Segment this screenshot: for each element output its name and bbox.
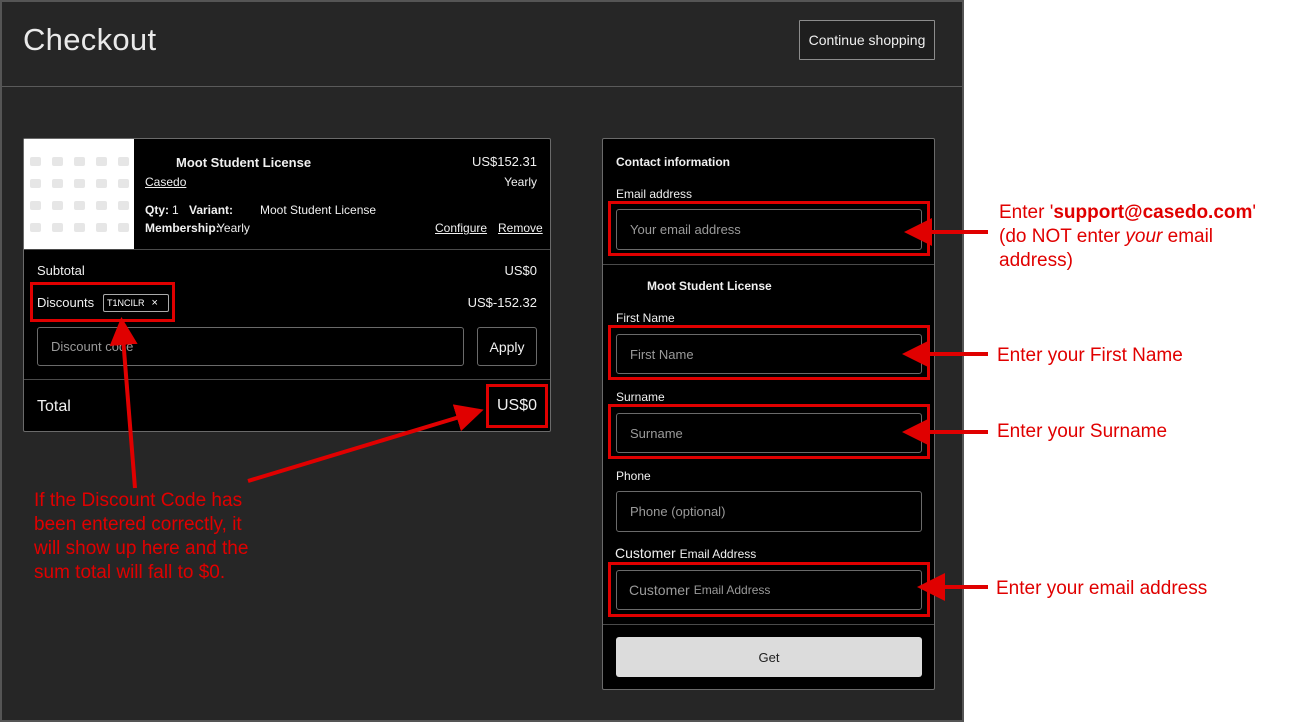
phone-input[interactable]: Phone (optional) xyxy=(616,491,922,532)
email-input[interactable]: Your email address xyxy=(616,209,922,250)
subtotal-value: US$0 xyxy=(504,263,537,278)
get-button[interactable]: Get xyxy=(616,637,922,677)
email-note: Enter 'support@casedo.com' (do NOT enter… xyxy=(999,201,1256,273)
email-label: Email address xyxy=(616,187,693,201)
customer-placeholder-part: Customer xyxy=(629,582,690,598)
email-address-label-part: Email Address xyxy=(679,547,757,561)
customer-label-part: Customer xyxy=(615,545,676,561)
qty-value: 1 xyxy=(172,203,179,217)
discount-note: If the Discount Code has been entered co… xyxy=(34,489,248,585)
discount-code: T1NCILR xyxy=(107,298,145,308)
surname-note: Enter your Surname xyxy=(997,421,1168,442)
surname-label: Surname xyxy=(616,390,665,404)
apply-button[interactable]: Apply xyxy=(477,327,537,366)
order-summary-panel: Moot Student License Casedo US$152.31 Ye… xyxy=(23,138,551,432)
product-price: US$152.31 xyxy=(471,154,537,169)
surname-placeholder: Surname xyxy=(630,425,683,441)
header-divider xyxy=(2,86,962,87)
close-icon[interactable]: × xyxy=(152,297,158,309)
remove-link[interactable]: Remove xyxy=(498,221,543,235)
product-period: Yearly xyxy=(504,175,537,189)
surname-input[interactable]: Surname xyxy=(616,413,922,453)
qty-label: Qty: xyxy=(145,203,169,217)
support-email: support@casedo.com xyxy=(1053,202,1253,223)
membership-value: Yearly xyxy=(217,221,250,235)
discount-code-chip: T1NCILR × xyxy=(103,294,169,312)
phone-placeholder: Phone (optional) xyxy=(630,504,726,519)
divider xyxy=(603,264,934,265)
discounts-label: Discounts xyxy=(37,295,95,310)
app-icons-pattern-icon xyxy=(30,157,129,232)
product-heading: Moot Student License xyxy=(647,279,772,293)
continue-shopping-button[interactable]: Continue shopping xyxy=(799,20,935,60)
subtotal-label: Subtotal xyxy=(37,263,85,278)
email-placeholder: Your email address xyxy=(630,222,741,237)
discount-value: US$-152.32 xyxy=(467,295,537,310)
variant-value: Moot Student License xyxy=(260,203,377,217)
first-name-placeholder: First Name xyxy=(630,346,694,362)
first-name-note: Enter your First Name xyxy=(997,345,1183,366)
page-title: Checkout xyxy=(23,22,157,57)
membership-label: Membership: xyxy=(145,221,220,235)
email-note-line2-post: email xyxy=(1162,226,1214,247)
total-value: US$0 xyxy=(496,397,537,414)
email-note-emphasis: your xyxy=(1125,226,1163,247)
contact-form-panel: Contact information Email address Your e… xyxy=(602,138,935,690)
divider xyxy=(24,249,550,250)
configure-link[interactable]: Configure xyxy=(435,221,487,235)
discount-note-line: will show up here and the xyxy=(34,538,249,559)
discount-code-input[interactable]: Discount code xyxy=(37,327,464,366)
divider xyxy=(24,379,550,380)
customer-email-note: Enter your email address xyxy=(996,578,1208,599)
customer-email-input[interactable]: Customer Email Address xyxy=(616,570,922,610)
discount-note-line: If the Discount Code has xyxy=(34,490,243,511)
email-note-post: ' xyxy=(1252,202,1257,223)
discount-code-placeholder: Discount code xyxy=(51,339,134,354)
discount-note-line: sum total will fall to $0. xyxy=(34,562,226,583)
total-label: Total xyxy=(37,398,71,415)
product-name: Moot Student License xyxy=(176,155,312,170)
contact-heading: Contact information xyxy=(616,155,730,169)
vendor-link[interactable]: Casedo xyxy=(145,175,186,189)
email-note-line2-pre: (do NOT enter xyxy=(999,226,1126,247)
email-note-line3: address) xyxy=(999,250,1073,271)
discount-note-line: been entered correctly, it xyxy=(34,514,242,535)
divider xyxy=(603,624,934,625)
variant-label: Variant: xyxy=(189,203,234,217)
email-note-pre: Enter ' xyxy=(999,202,1054,223)
first-name-label: First Name xyxy=(616,311,675,325)
first-name-input[interactable]: First Name xyxy=(616,334,922,374)
product-thumbnail xyxy=(24,139,134,249)
customer-email-label: Customer Email Address xyxy=(615,545,756,561)
phone-label: Phone xyxy=(616,469,651,483)
email-address-placeholder-part: Email Address xyxy=(693,583,771,597)
